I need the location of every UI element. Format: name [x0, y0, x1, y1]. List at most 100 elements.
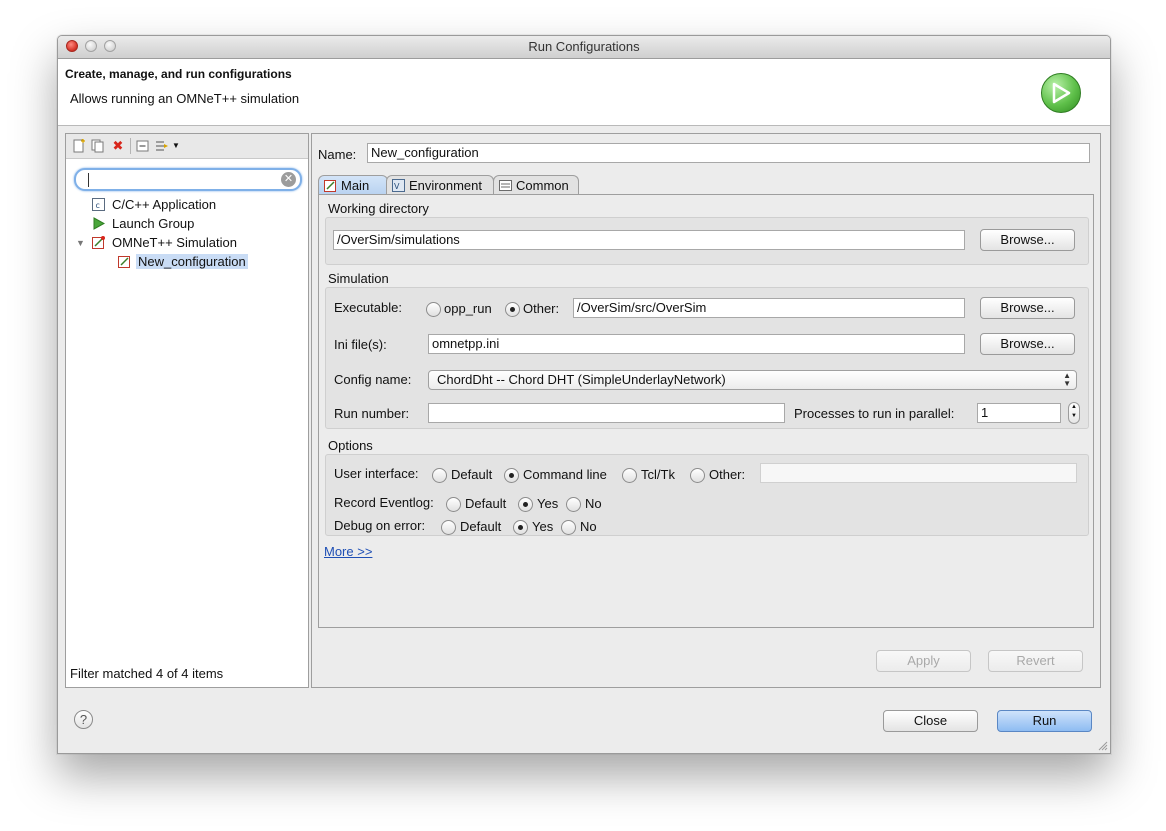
tree-item-label: New_configuration — [136, 254, 248, 269]
ui-tcltk-radio[interactable] — [622, 468, 637, 483]
debug-default-label: Default — [460, 519, 502, 534]
opp-run-radio[interactable] — [426, 302, 441, 317]
run-number-label: Run number: — [334, 406, 410, 421]
config-name-label: Config name: — [334, 372, 412, 387]
dialog-banner: Create, manage, and run configurations A… — [58, 59, 1110, 126]
working-directory-field[interactable]: /OverSim/simulations — [333, 230, 965, 250]
banner-description: Allows running an OMNeT++ simulation — [70, 91, 300, 106]
left-toolbar: ✖ ▼ — [66, 134, 308, 159]
record-eventlog-label: Record Eventlog: — [334, 495, 434, 510]
tree-item-launch-group[interactable]: Launch Group — [92, 215, 194, 233]
banner-title: Create, manage, and run configurations — [65, 67, 292, 81]
opp-run-label: opp_run — [444, 301, 492, 316]
run-configurations-dialog: Run Configurations Create, manage, and r… — [57, 35, 1111, 754]
config-name-value: ChordDht -- Chord DHT (SimpleUnderlayNet… — [437, 372, 726, 387]
tab-label: Main — [341, 178, 370, 193]
user-interface-label: User interface: — [334, 466, 419, 481]
revert-button[interactable]: Revert — [988, 650, 1083, 672]
filter-icon[interactable] — [155, 139, 169, 153]
name-label: Name: — [318, 147, 357, 162]
processes-stepper[interactable]: ▲ ▼ — [1068, 402, 1080, 424]
close-button[interactable]: Close — [883, 710, 978, 732]
search-input[interactable]: ✕ — [74, 168, 302, 191]
eventlog-default-label: Default — [465, 496, 507, 511]
browse-ini-button[interactable]: Browse... — [980, 333, 1075, 355]
apply-button[interactable]: Apply — [876, 650, 971, 672]
debug-yes-label: Yes — [532, 519, 554, 534]
select-arrows-icon: ▲ ▼ — [1063, 371, 1071, 388]
ini-files-field[interactable]: omnetpp.ini — [428, 334, 965, 354]
environment-tab-icon: V — [392, 179, 405, 192]
run-button[interactable]: Run — [997, 710, 1092, 732]
browse-working-directory-button[interactable]: Browse... — [980, 229, 1075, 251]
options-title: Options — [328, 438, 373, 453]
ui-command-line-label: Command line — [523, 467, 607, 482]
ui-default-radio[interactable] — [432, 468, 447, 483]
processes-field[interactable]: 1 — [977, 403, 1061, 423]
toolbar-separator — [130, 138, 131, 154]
collapse-all-icon[interactable] — [136, 139, 150, 153]
tab-label: Common — [516, 178, 569, 193]
debug-on-error-label: Debug on error: — [334, 518, 426, 533]
tree-item-label: OMNeT++ Simulation — [112, 235, 237, 250]
main-tab-icon — [324, 180, 336, 192]
clear-search-icon[interactable]: ✕ — [281, 172, 296, 187]
config-name-select[interactable]: ChordDht -- Chord DHT (SimpleUnderlayNet… — [428, 370, 1077, 390]
debug-no-radio[interactable] — [561, 520, 576, 535]
duplicate-icon[interactable] — [91, 139, 105, 153]
debug-yes-radio[interactable] — [513, 520, 528, 535]
tree-item-label: Launch Group — [112, 216, 195, 231]
common-tab-icon — [499, 180, 512, 191]
ui-tcltk-label: Tcl/Tk — [641, 467, 675, 482]
processes-label: Processes to run in parallel: — [794, 406, 955, 421]
ui-other-label: Other: — [709, 467, 746, 482]
other-executable-label: Other: — [523, 301, 560, 316]
help-button[interactable]: ? — [74, 710, 93, 729]
tree-item-omnet-simulation[interactable]: ▼ OMNeT++ Simulation — [76, 234, 237, 252]
ui-command-line-radio[interactable] — [504, 468, 519, 483]
configuration-list-panel: ✖ ▼ ✕ c C/C++ Application Launch Group ▼ — [65, 133, 309, 688]
svg-text:c: c — [96, 201, 100, 210]
launch-group-icon — [93, 217, 105, 230]
run-configuration-icon — [1041, 73, 1081, 113]
working-directory-group: /OverSim/simulations Browse... — [325, 217, 1089, 265]
more-link[interactable]: More >> — [324, 544, 372, 559]
cpp-application-icon: c — [92, 198, 105, 211]
omnet-simulation-icon — [92, 236, 105, 249]
title-bar: Run Configurations — [58, 36, 1110, 59]
tab-environment[interactable]: V Environment — [386, 175, 494, 195]
configuration-editor-panel: Name: New_configuration Main V Environme… — [311, 133, 1101, 688]
eventlog-yes-label: Yes — [537, 496, 559, 511]
ui-default-label: Default — [451, 467, 493, 482]
executable-field[interactable]: /OverSim/src/OverSim — [573, 298, 965, 318]
svg-text:V: V — [394, 182, 400, 191]
eventlog-yes-radio[interactable] — [518, 497, 533, 512]
tree-item-new-configuration[interactable]: New_configuration — [116, 253, 248, 271]
new-configuration-icon[interactable] — [72, 138, 86, 153]
options-group: User interface: Default Command line Tcl… — [325, 454, 1089, 536]
chevron-down-icon[interactable]: ▼ — [169, 139, 183, 153]
ui-other-field[interactable] — [760, 463, 1077, 483]
resize-grip-icon[interactable] — [1098, 741, 1108, 751]
browse-executable-button[interactable]: Browse... — [980, 297, 1075, 319]
eventlog-no-radio[interactable] — [566, 497, 581, 512]
tree-item-cpp-application[interactable]: c C/C++ Application — [92, 196, 216, 214]
tab-main[interactable]: Main — [318, 175, 388, 195]
tree-item-label: C/C++ Application — [112, 197, 217, 212]
eventlog-default-radio[interactable] — [446, 497, 461, 512]
executable-label: Executable: — [334, 300, 402, 315]
delete-icon[interactable]: ✖ — [111, 139, 125, 153]
other-executable-radio[interactable] — [505, 302, 520, 317]
configuration-icon — [118, 256, 130, 268]
run-number-field[interactable] — [428, 403, 785, 423]
working-directory-title: Working directory — [328, 201, 429, 216]
tab-label: Environment — [409, 178, 482, 193]
filter-status-text: Filter matched 4 of 4 items — [70, 666, 224, 681]
expand-triangle-icon[interactable]: ▼ — [76, 234, 85, 252]
name-field[interactable]: New_configuration — [367, 143, 1090, 163]
tab-common[interactable]: Common — [493, 175, 579, 195]
ui-other-radio[interactable] — [690, 468, 705, 483]
debug-default-radio[interactable] — [441, 520, 456, 535]
text-cursor — [88, 173, 89, 187]
main-tab-content: Working directory /OverSim/simulations B… — [318, 194, 1094, 628]
